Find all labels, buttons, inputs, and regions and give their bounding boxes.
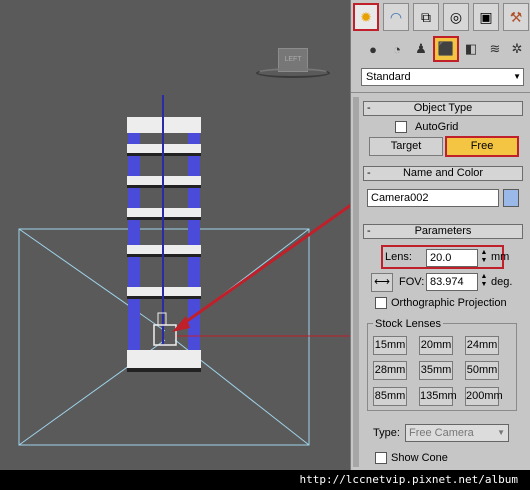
orthographic-checkbox[interactable] <box>375 297 387 309</box>
lights-icon[interactable]: ♟ <box>411 39 431 59</box>
viewcube-label: LEFT <box>284 56 302 63</box>
lens-35mm-button[interactable]: 35mm <box>419 361 453 380</box>
rollout-scroll-area[interactable]: - Object Type AutoGrid Target Free - Nam… <box>351 92 530 470</box>
camera-type-label: Type: <box>373 427 400 439</box>
object-name-field[interactable]: Camera002 <box>367 189 499 207</box>
hammer-icon: ⚒ <box>509 8 523 25</box>
lens-135mm-button[interactable]: 135mm <box>419 387 457 406</box>
category-dropdown[interactable]: Standard ▼ <box>361 68 524 86</box>
lens-button-label: 24mm <box>466 339 498 351</box>
autogrid-checkbox[interactable] <box>395 121 407 133</box>
lens-15mm-button[interactable]: 15mm <box>373 336 407 355</box>
collapse-icon: - <box>367 167 371 179</box>
annotation-arrow <box>179 203 350 328</box>
free-button[interactable]: Free <box>445 136 519 157</box>
orthographic-label: Orthographic Projection <box>391 297 507 309</box>
tab-hierarchy[interactable]: ⧉ <box>413 3 439 31</box>
systems-icon[interactable]: ✲ <box>507 39 527 59</box>
rollout-parameters[interactable]: - Parameters <box>363 224 523 239</box>
panel-scrollbar[interactable] <box>353 97 359 467</box>
fov-label: FOV: <box>399 276 425 288</box>
shapes-icon[interactable]: ◔ <box>387 39 407 59</box>
lens-button-label: 200mm <box>466 390 503 402</box>
rollout-title: Name and Color <box>402 167 484 179</box>
collapse-icon: - <box>367 225 371 237</box>
rollout-title: Object Type <box>413 102 473 114</box>
tree-icon: ⧉ <box>421 8 431 25</box>
watermark-text: http://lccnetvip.pixnet.net/album <box>299 473 518 486</box>
lens-20mm-button[interactable]: 20mm <box>419 336 453 355</box>
sun-icon: ✹ <box>360 8 372 25</box>
fov-field[interactable]: 83.974 <box>426 273 478 291</box>
fov-value: 83.974 <box>430 276 464 288</box>
motion-icon: ◎ <box>449 8 463 25</box>
lens-label: Lens: <box>385 251 412 263</box>
rollout-object-type[interactable]: - Object Type <box>363 101 523 116</box>
geometry-icon[interactable]: ● <box>363 39 383 59</box>
helpers-icon[interactable]: ◧ <box>461 39 481 59</box>
rollout-title: Parameters <box>414 225 472 237</box>
tab-utilities[interactable]: ⚒ <box>503 3 529 31</box>
lens-28mm-button[interactable]: 28mm <box>373 361 407 380</box>
show-cone-checkbox[interactable] <box>375 452 387 464</box>
watermark-bar: http://lccnetvip.pixnet.net/album <box>0 470 530 490</box>
lens-unit: mm <box>491 251 510 263</box>
tab-motion[interactable]: ◎ <box>443 3 469 31</box>
lens-50mm-button[interactable]: 50mm <box>465 361 499 380</box>
fov-direction-button[interactable]: ⟷ <box>371 273 393 292</box>
object-name-value: Camera002 <box>371 192 429 204</box>
lens-button-label: 135mm <box>420 390 457 402</box>
panel-tabs: ✹ ◠ ⧉ ◎ ▣ ⚒ <box>351 0 530 34</box>
lens-24mm-button[interactable]: 24mm <box>465 336 499 355</box>
lens-button-label: 15mm <box>374 339 406 351</box>
left-viewport[interactable]: LEFT <box>0 0 350 470</box>
dropdown-arrow-icon: ▼ <box>497 428 505 437</box>
viewcube-ring[interactable] <box>256 68 330 78</box>
lens-spinner[interactable]: ▲ ▼ <box>479 249 489 267</box>
stock-lenses-label: Stock Lenses <box>373 318 444 330</box>
double-arrow-icon: ⟷ <box>374 276 390 288</box>
autogrid-label: AutoGrid <box>415 121 459 133</box>
lens-button-label: 20mm <box>420 339 452 351</box>
category-dropdown-value: Standard <box>366 71 411 83</box>
create-category-row: ● ◔ ♟ ⬛ ◧ ≋ ✲ <box>351 36 530 64</box>
lens-button-label: 85mm <box>374 390 406 402</box>
lens-button-label: 35mm <box>420 364 452 376</box>
cameras-icon[interactable]: ⬛ <box>433 36 459 62</box>
camera-type-dropdown[interactable]: Free Camera ▼ <box>405 424 509 442</box>
fov-unit: deg. <box>491 276 513 288</box>
lens-value: 20.0 <box>430 252 452 264</box>
rollout-name-and-color[interactable]: - Name and Color <box>363 166 523 181</box>
monitor-icon: ▣ <box>479 8 493 25</box>
camera-type-value: Free Camera <box>409 427 474 439</box>
lens-button-label: 28mm <box>374 364 406 376</box>
lens-field[interactable]: 20.0 <box>426 249 478 267</box>
arc-icon: ◠ <box>389 8 403 25</box>
spacewarps-icon[interactable]: ≋ <box>485 39 505 59</box>
command-panel: ✹ ◠ ⧉ ◎ ▣ ⚒ ● ◔ ♟ ⬛ ◧ ≋ ✲ Standard ▼ - O… <box>350 0 530 470</box>
dropdown-arrow-icon: ▼ <box>513 72 521 81</box>
tab-create[interactable]: ✹ <box>353 3 379 31</box>
tab-display[interactable]: ▣ <box>473 3 499 31</box>
collapse-icon: - <box>367 102 371 114</box>
free-label: Free <box>470 140 494 152</box>
lens-button-label: 50mm <box>466 364 498 376</box>
camera-icon <box>153 324 177 346</box>
target-button[interactable]: Target <box>369 137 443 156</box>
show-cone-label: Show Cone <box>391 452 448 464</box>
tab-modify[interactable]: ◠ <box>383 3 409 31</box>
fov-spinner[interactable]: ▲ ▼ <box>479 273 489 291</box>
target-label: Target <box>390 140 422 152</box>
object-color-swatch[interactable] <box>503 189 519 207</box>
lens-200mm-button[interactable]: 200mm <box>465 387 503 406</box>
lens-85mm-button[interactable]: 85mm <box>373 387 407 406</box>
